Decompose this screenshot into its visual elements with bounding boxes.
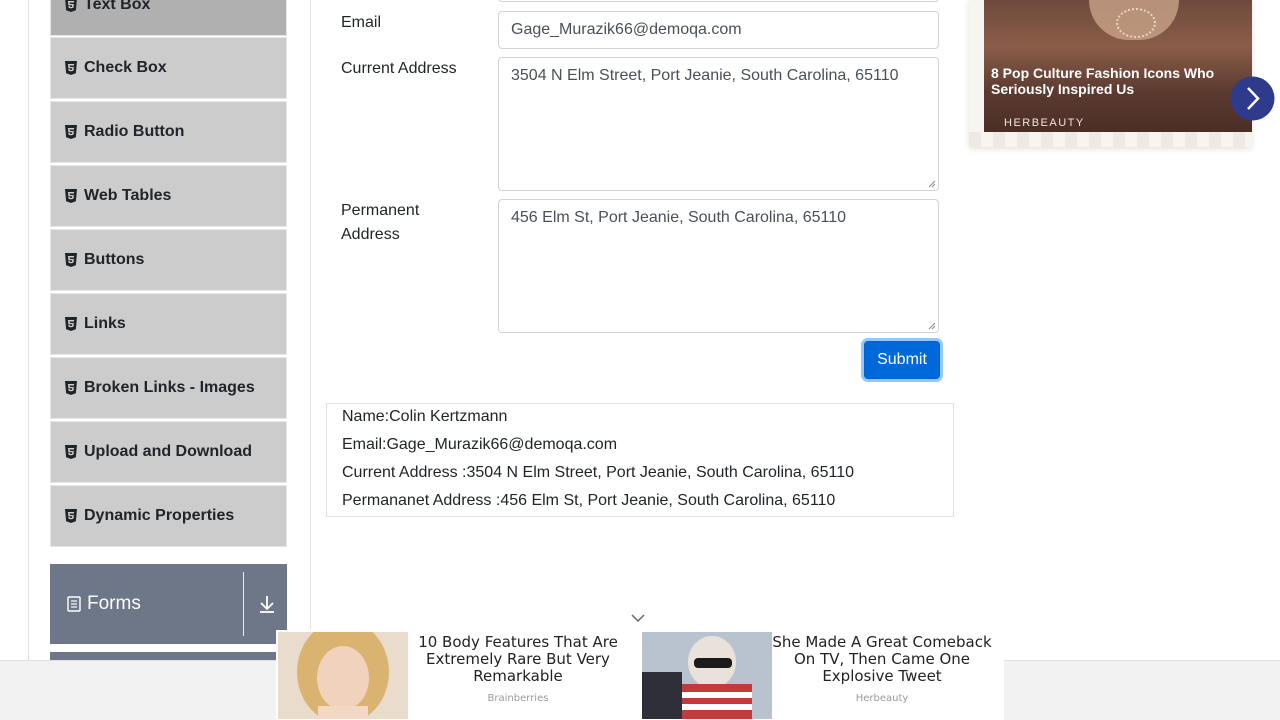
output-panel: Name:Colin Kertzmann Email:Gage_Murazik6… [326,403,954,517]
ad-card-title[interactable]: She Made A Great Comeback On TV, Then Ca… [769,634,995,685]
sidebar-item-buttons[interactable]: Buttons [50,229,287,291]
sidebar-item-label: Web Tables [84,187,172,204]
ad-brand: HERBEAUTY [1004,117,1085,129]
sidebar-group-forms[interactable]: Forms [50,564,287,644]
html5-icon [65,189,77,203]
ad-next-arrow-icon[interactable] [1230,76,1275,121]
group-divider [243,572,244,636]
current-address-label: Current Address [341,60,457,77]
resize-grip-icon[interactable] [928,322,936,330]
permanent-address-field[interactable]: 456 Elm St, Port Jeanie, South Carolina,… [498,199,939,333]
sidebar-item-label: Text Box [84,0,151,13]
output-email: Email:Gage_Murazik66@demoqa.com [342,436,618,453]
sidebar-item-label: Check Box [84,59,167,76]
document-icon [67,596,81,612]
sidebar-right-border [310,0,311,720]
sidebar-item-label: Broken Links - Images [84,379,255,396]
ad-banner-top[interactable]: 8 Pop Culture Fashion Icons Who Seriousl… [969,0,1252,147]
chevron-down-icon[interactable] [629,612,647,624]
html5-icon [65,0,77,12]
html5-icon [65,61,77,75]
sidebar-item-check-box[interactable]: Check Box [50,37,287,99]
sidebar-group-label: Forms [87,593,141,614]
ad-pattern [969,132,1252,147]
permanent-address-label-line2: Address [341,226,400,243]
submit-button[interactable]: Submit [864,341,940,379]
download-arrow-icon[interactable] [258,594,276,614]
email-label: Email [341,14,382,31]
sidebar-item-label: Radio Button [84,123,185,140]
ad-card-source: Brainberries [487,693,549,704]
sidebar-item-links[interactable]: Links [50,293,287,355]
sidebar-item-label: Upload and Download [84,443,252,460]
html5-icon [65,317,77,331]
ad-card-source: Herbeauty [855,693,909,704]
ad-card-title[interactable]: 10 Body Features That Are Extremely Rare… [405,634,631,685]
output-permanent-address: Permananet Address :456 Elm St, Port Jea… [342,492,836,509]
output-current-address: Current Address :3504 N Elm Street, Port… [342,464,854,481]
page: Text Box Check Box Radio Button Web Tabl… [0,0,1280,720]
sidebar-item-label: Buttons [84,251,145,268]
html5-icon [65,445,77,459]
sidebar-item-text-box[interactable]: Text Box [50,0,287,36]
html5-icon [65,509,77,523]
sidebar-item-broken-links[interactable]: Broken Links - Images [50,357,287,419]
sidebar-left-border [28,0,29,720]
ad-card-image[interactable] [642,632,772,719]
ad-headline[interactable]: 8 Pop Culture Fashion Icons Who Seriousl… [991,65,1221,97]
sidebar-item-upload-download[interactable]: Upload and Download [50,421,287,483]
sidebar-item-dynamic-properties[interactable]: Dynamic Properties [50,485,287,547]
permanent-address-label: Permanent Address [341,199,419,247]
sidebar-item-radio-button[interactable]: Radio Button [50,101,287,163]
sidebar-item-label: Dynamic Properties [84,507,235,524]
email-field[interactable]: Gage_Murazik66@demoqa.com [498,11,939,49]
sidebar-item-web-tables[interactable]: Web Tables [50,165,287,227]
sidebar-item-label: Links [84,315,126,332]
current-address-field[interactable]: 3504 N Elm Street, Port Jeanie, South Ca… [498,57,939,191]
permanent-address-value: 456 Elm St, Port Jeanie, South Carolina,… [511,209,847,226]
current-address-value: 3504 N Elm Street, Port Jeanie, South Ca… [511,67,899,84]
ad-card-image[interactable] [278,632,408,719]
output-name: Name:Colin Kertzmann [342,408,508,425]
html5-icon [65,381,77,395]
html5-icon [65,125,77,139]
permanent-address-label-line1: Permanent [341,202,420,219]
resize-grip-icon[interactable] [928,180,936,188]
html5-icon [65,253,77,267]
name-field-edge [498,0,939,2]
